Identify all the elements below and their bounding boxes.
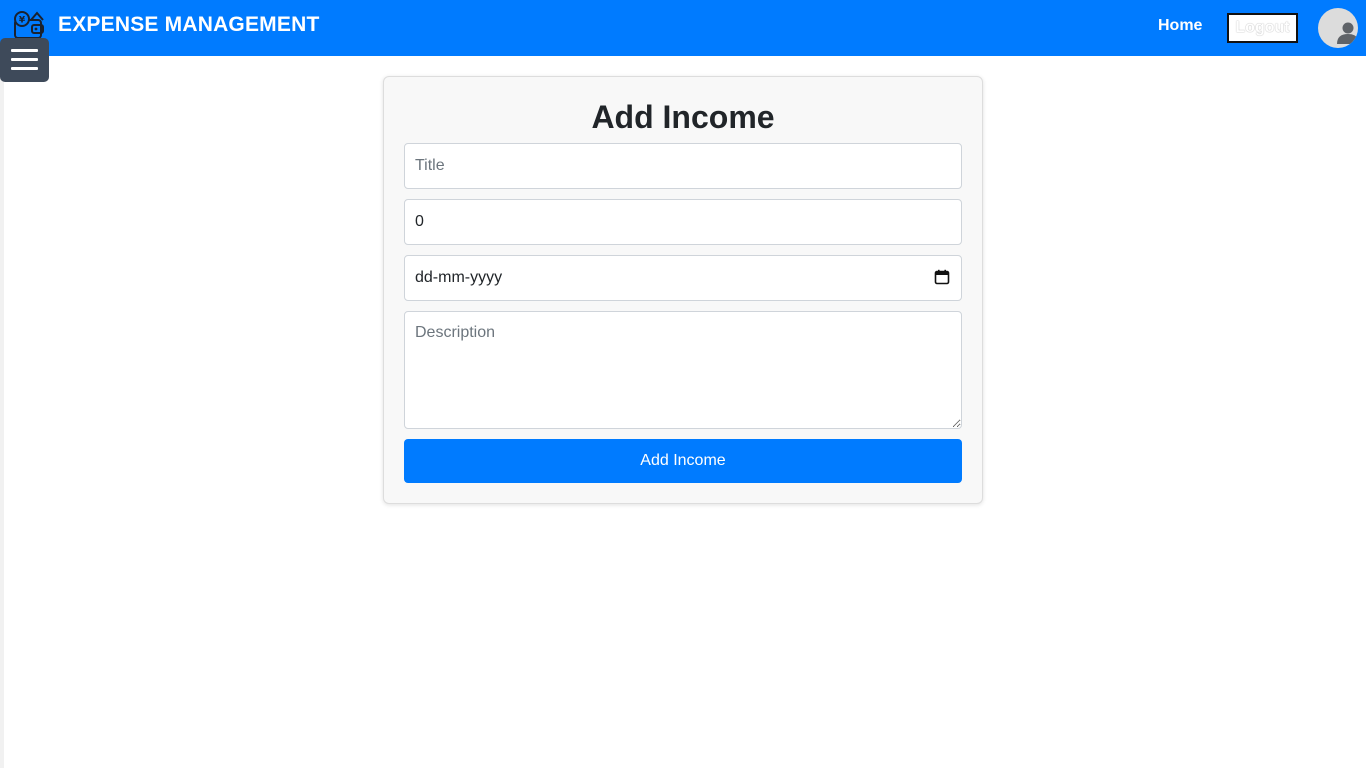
date-input[interactable]: dd-mm-yyyy <box>404 255 962 301</box>
add-income-form: Add Income dd-mm-yyyy Add Income <box>383 76 983 504</box>
logout-button[interactable]: Logout <box>1227 13 1298 43</box>
hamburger-menu-icon <box>11 58 38 61</box>
nav-home-link[interactable]: Home <box>1158 17 1202 35</box>
add-income-button[interactable]: Add Income <box>404 439 962 483</box>
title-input[interactable] <box>404 143 962 189</box>
hamburger-menu-icon <box>11 49 38 52</box>
sidebar-toggle-button[interactable] <box>0 38 49 82</box>
calendar-icon[interactable] <box>934 269 950 285</box>
hamburger-menu-icon <box>11 67 38 70</box>
description-textarea[interactable] <box>404 311 962 429</box>
form-title: Add Income <box>591 99 775 135</box>
page-left-border <box>0 56 4 768</box>
date-placeholder: dd-mm-yyyy <box>415 269 503 286</box>
top-navbar: ¥ EXPENSE MANAGEMENT Home Logout <box>0 0 1366 56</box>
brand-title: EXPENSE MANAGEMENT <box>58 13 320 36</box>
user-avatar-icon[interactable] <box>1318 8 1358 48</box>
svg-text:¥: ¥ <box>19 16 26 26</box>
amount-input[interactable] <box>404 199 962 245</box>
